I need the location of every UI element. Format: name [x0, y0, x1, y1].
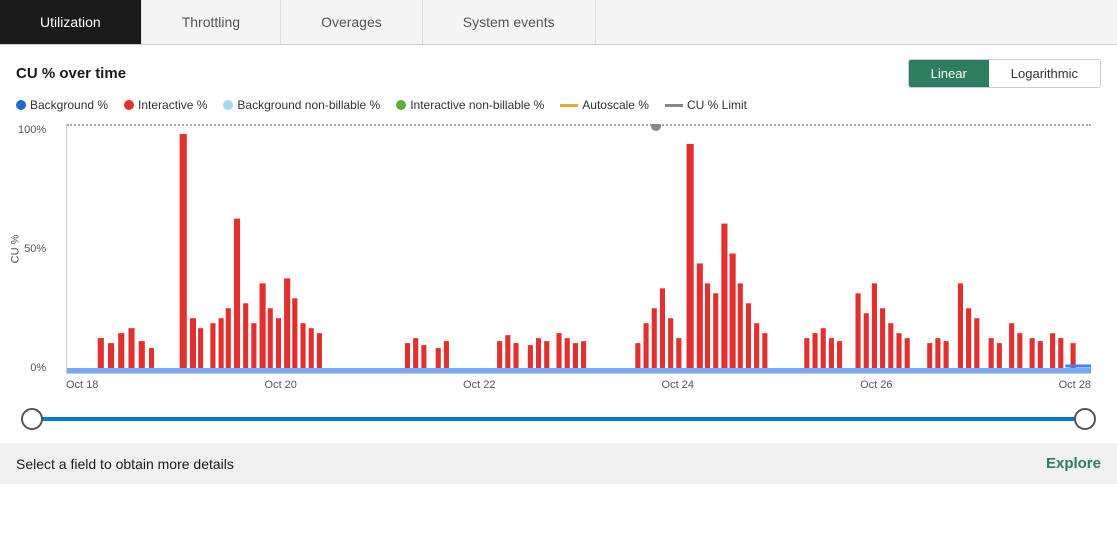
legend-label-autoscale: Autoscale %	[582, 98, 649, 112]
tab-throttling[interactable]: Throttling	[142, 0, 281, 44]
bottom-text: Select a field to obtain more details	[16, 456, 234, 472]
chart-area: 100% 50% 0% CU %	[66, 124, 1091, 374]
legend-label-bg-nonbillable: Background non-billable %	[237, 98, 380, 112]
legend-interactive-nonbillable: Interactive non-billable %	[396, 98, 544, 112]
legend-cu-limit: CU % Limit	[665, 98, 747, 112]
y-label-0: 0%	[30, 362, 46, 374]
legend-dash-autoscale	[560, 104, 578, 107]
legend-autoscale: Autoscale %	[560, 98, 649, 112]
legend-background-nonbillable: Background non-billable %	[223, 98, 380, 112]
tab-utilization[interactable]: Utilization	[0, 0, 142, 44]
range-slider[interactable]	[32, 401, 1085, 437]
legend-background: Background %	[16, 98, 108, 112]
legend-label-cu-limit: CU % Limit	[687, 98, 747, 112]
slider-thumb-right[interactable]	[1074, 408, 1096, 430]
x-label-oct26: Oct 26	[860, 379, 892, 391]
x-label-oct18: Oct 18	[66, 379, 98, 391]
chart-title: CU % over time	[16, 65, 126, 82]
legend-label-background: Background %	[30, 98, 108, 112]
chart-header: CU % over time Linear Logarithmic	[16, 59, 1101, 88]
y-axis-title: CU %	[9, 235, 21, 264]
chart-section: CU % over time Linear Logarithmic Backgr…	[0, 45, 1117, 437]
x-axis: Oct 18 Oct 20 Oct 22 Oct 24 Oct 26 Oct 2…	[66, 374, 1091, 391]
linear-button[interactable]: Linear	[909, 60, 989, 87]
y-label-100: 100%	[18, 124, 46, 136]
scale-toggle: Linear Logarithmic	[908, 59, 1101, 88]
logarithmic-button[interactable]: Logarithmic	[989, 60, 1100, 87]
chart-canvas	[66, 124, 1091, 374]
explore-button[interactable]: Explore	[1046, 455, 1101, 472]
legend-dash-cu-limit	[665, 104, 683, 107]
tabs-bar: Utilization Throttling Overages System e…	[0, 0, 1117, 45]
x-label-oct22: Oct 22	[463, 379, 495, 391]
x-label-oct20: Oct 20	[265, 379, 297, 391]
legend-label-int-nonbillable: Interactive non-billable %	[410, 98, 544, 112]
legend-interactive: Interactive %	[124, 98, 207, 112]
bottom-bar: Select a field to obtain more details Ex…	[0, 443, 1117, 484]
legend-dot-bg-nonbillable	[223, 100, 233, 110]
slider-thumb-left[interactable]	[21, 408, 43, 430]
legend-dot-interactive	[124, 100, 134, 110]
legend-dot-background	[16, 100, 26, 110]
legend-label-interactive: Interactive %	[138, 98, 207, 112]
y-label-50: 50%	[24, 243, 46, 255]
x-label-oct28: Oct 28	[1059, 379, 1091, 391]
tab-system-events[interactable]: System events	[423, 0, 596, 44]
bars-svg	[67, 124, 1091, 373]
x-label-oct24: Oct 24	[662, 379, 694, 391]
y-axis: 100% 50% 0%	[18, 124, 46, 374]
chart-legend: Background % Interactive % Background no…	[16, 98, 1101, 112]
slider-track	[32, 417, 1085, 421]
tab-overages[interactable]: Overages	[281, 0, 423, 44]
legend-dot-int-nonbillable	[396, 100, 406, 110]
